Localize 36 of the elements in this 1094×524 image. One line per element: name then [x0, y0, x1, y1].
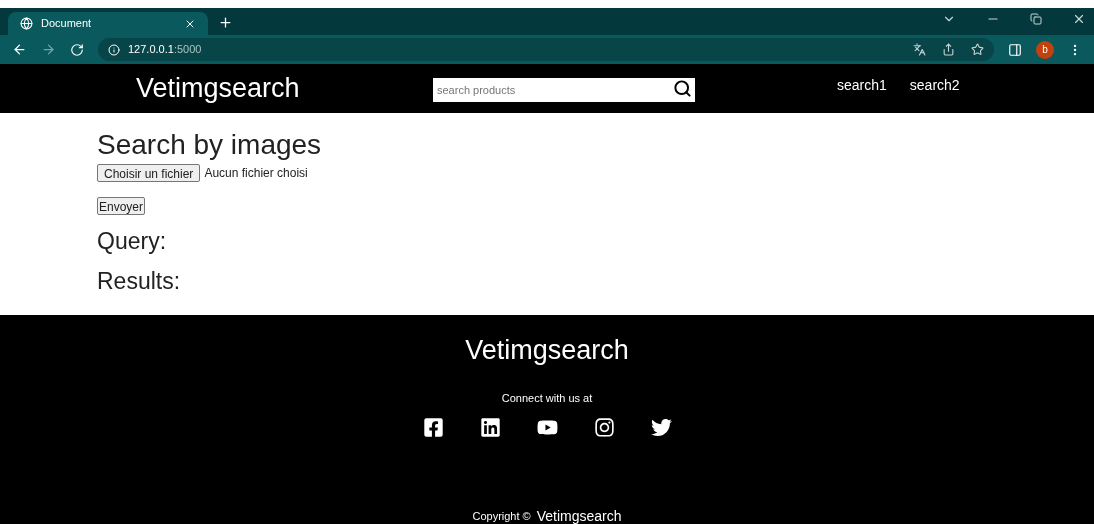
choose-file-button[interactable]: Choisir un fichier: [97, 164, 201, 182]
address-bar[interactable]: 127.0.0.1:5000: [98, 38, 994, 61]
query-heading: Query:: [97, 227, 168, 256]
submit-button[interactable]: Envoyer: [97, 197, 146, 215]
globe-icon: [20, 17, 33, 30]
twitter-icon[interactable]: [650, 417, 672, 438]
connect-text: Connect with us at: [501, 390, 593, 406]
instagram-icon[interactable]: [593, 417, 615, 438]
browser-tab[interactable]: Document: [8, 12, 208, 35]
forward-icon[interactable]: [41, 42, 56, 57]
file-status: Aucun fichier choisi: [204, 165, 308, 182]
back-icon[interactable]: [12, 42, 27, 57]
search-icon[interactable]: [673, 78, 692, 98]
star-icon[interactable]: [971, 43, 984, 56]
copyright-text: Copyright ©: [472, 509, 531, 524]
site-logo[interactable]: Vetimgsearch: [136, 68, 336, 109]
page-title: Search by images: [97, 128, 323, 162]
tab-title: Document: [41, 16, 93, 32]
footer-logo: Vetimgsearch: [465, 334, 629, 367]
new-tab-icon[interactable]: [218, 15, 233, 30]
search-field[interactable]: search products: [433, 77, 695, 102]
facebook-icon[interactable]: [422, 417, 444, 438]
side-panel-icon[interactable]: [1008, 42, 1022, 57]
results-heading: Results:: [97, 267, 182, 296]
copyright-brand: Vetimgsearch: [536, 507, 622, 524]
share-icon[interactable]: [942, 43, 955, 56]
reload-icon[interactable]: [70, 42, 84, 57]
close-icon[interactable]: [1072, 12, 1086, 26]
restore-icon[interactable]: [1030, 13, 1042, 25]
linkedin-icon[interactable]: [479, 417, 501, 438]
nav-link[interactable]: search2: [909, 75, 960, 96]
url-text: 127.0.0.1:5000: [128, 42, 202, 58]
profile-avatar[interactable]: b: [1036, 40, 1054, 59]
nav-link[interactable]: search1: [837, 75, 887, 96]
info-icon: [108, 43, 120, 56]
translate-icon[interactable]: [913, 43, 926, 56]
